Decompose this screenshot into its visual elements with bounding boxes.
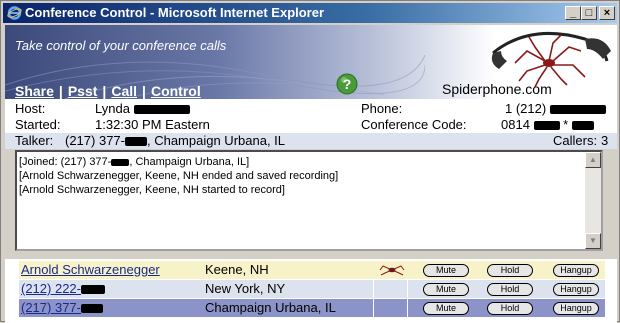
talker-label: Talker: — [15, 133, 54, 148]
logo-text: Spiderphone.com — [442, 81, 552, 97]
nav-separator: | — [102, 83, 107, 99]
svg-text:?: ? — [343, 76, 352, 92]
started-label: Started: — [15, 117, 61, 132]
participant-row: (212) 222- New York, NY Mute Hold Hangup — [19, 280, 605, 298]
hold-button[interactable]: Hold — [487, 264, 533, 277]
mute-button[interactable]: Mute — [423, 264, 469, 277]
conference-code-label: Conference Code: — [361, 117, 467, 132]
window-title: Conference Control - Microsoft Internet … — [25, 5, 325, 20]
participant-location: New York, NY — [205, 281, 286, 296]
log-entry: [Arnold Schwarzenegger, Keene, NH ended … — [19, 170, 339, 182]
hold-button[interactable]: Hold — [487, 302, 533, 315]
internet-explorer-icon — [7, 6, 22, 20]
host-label: Host: — [15, 101, 46, 116]
participant-row: (217) 377- Champaign Urbana, IL Mute Hol… — [19, 299, 605, 317]
recording-spider-icon — [379, 265, 405, 276]
participant-name[interactable]: (217) 377- — [21, 299, 103, 317]
conference-code-value: 0814 * — [501, 117, 594, 132]
cell-divider — [373, 299, 374, 317]
cell-divider — [373, 280, 374, 298]
callers-count: 3 — [601, 133, 609, 148]
participant-location: Champaign Urbana, IL — [205, 300, 336, 315]
event-log[interactable]: [Joined: (217) 377-, Champaign Urbana, I… — [15, 150, 603, 251]
event-log-entries: [Joined: (217) 377-, Champaign Urbana, I… — [19, 155, 581, 197]
nav-control[interactable]: Control — [151, 83, 201, 99]
log-entry: [Joined: (217) 377-, Champaign Urbana, I… — [19, 156, 250, 168]
title-bar: Conference Control - Microsoft Internet … — [3, 3, 617, 23]
minimize-button[interactable]: _ — [565, 6, 581, 20]
talker-bar: Talker: (217) 377-, Champaign Urbana, IL… — [5, 133, 617, 149]
log-entry: [Arnold Schwarzenegger, Keene, NH starte… — [19, 184, 285, 196]
help-icon[interactable]: ? — [336, 73, 358, 95]
scroll-down-icon[interactable]: ▼ — [585, 233, 601, 249]
nav-share[interactable]: Share — [15, 83, 54, 99]
header-banner: Take control of your conference calls Sh… — [5, 25, 617, 99]
phone-label: Phone: — [361, 101, 403, 116]
talker-value: (217) 377-, Champaign Urbana, IL — [65, 133, 286, 148]
nav-separator: | — [142, 83, 146, 99]
phone-value: 1 (212) — [505, 101, 606, 116]
hold-button[interactable]: Hold — [487, 283, 533, 296]
callers-label: Callers: — [553, 133, 598, 148]
conference-info: Host: Lynda Started: 1:32:30 PM Eastern … — [5, 99, 617, 133]
nav-psst[interactable]: Psst — [68, 83, 98, 99]
participant-location: Keene, NH — [205, 262, 269, 277]
nav-call[interactable]: Call — [111, 83, 137, 99]
nav-bar: Share | Psst | Call | Control — [15, 83, 201, 99]
hangup-button[interactable]: Hangup — [553, 302, 599, 315]
host-value: Lynda — [95, 101, 190, 116]
browser-window: Conference Control - Microsoft Internet … — [0, 0, 620, 323]
maximize-button[interactable]: □ — [581, 6, 597, 20]
participant-list: Arnold Schwarzenegger Keene, NH Mute Hol… — [5, 259, 617, 323]
started-value: 1:32:30 PM Eastern — [95, 117, 210, 132]
hangup-button[interactable]: Hangup — [553, 264, 599, 277]
cell-divider — [407, 299, 408, 317]
mute-button[interactable]: Mute — [423, 302, 469, 315]
cell-divider — [407, 280, 408, 298]
close-button[interactable]: × — [599, 6, 615, 20]
mute-button[interactable]: Mute — [423, 283, 469, 296]
log-scrollbar[interactable]: ▲ ▼ — [585, 152, 601, 249]
nav-separator: | — [58, 83, 63, 99]
scroll-up-icon[interactable]: ▲ — [585, 152, 601, 168]
participant-name[interactable]: (212) 222- — [21, 280, 105, 298]
participant-name[interactable]: Arnold Schwarzenegger — [21, 261, 160, 279]
hangup-button[interactable]: Hangup — [553, 283, 599, 296]
participant-row: Arnold Schwarzenegger Keene, NH Mute Hol… — [19, 261, 605, 279]
tagline: Take control of your conference calls — [15, 38, 227, 53]
